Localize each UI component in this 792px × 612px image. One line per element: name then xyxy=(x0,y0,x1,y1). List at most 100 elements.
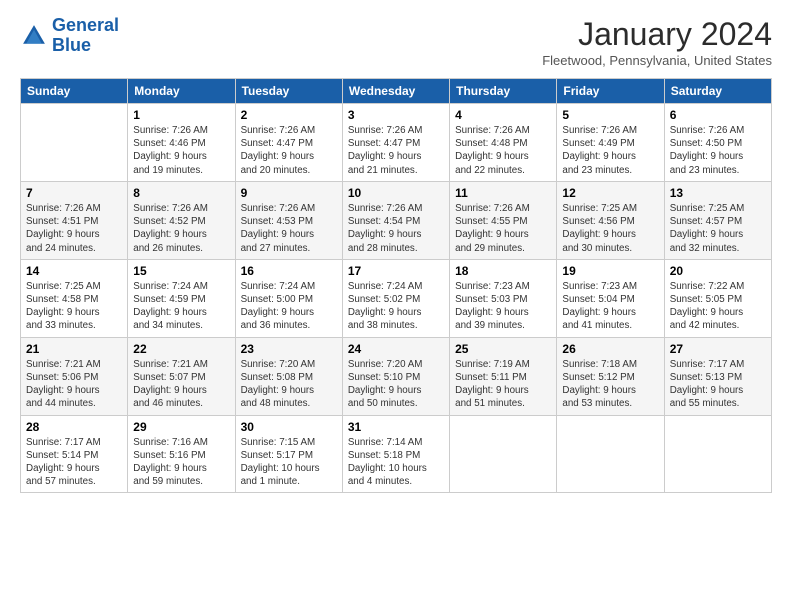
calendar-cell: 15Sunrise: 7:24 AM Sunset: 4:59 PM Dayli… xyxy=(128,259,235,337)
calendar-cell: 23Sunrise: 7:20 AM Sunset: 5:08 PM Dayli… xyxy=(235,337,342,415)
date-number: 22 xyxy=(133,342,229,356)
date-number: 21 xyxy=(26,342,122,356)
calendar-title: January 2024 xyxy=(542,16,772,53)
calendar-cell: 24Sunrise: 7:20 AM Sunset: 5:10 PM Dayli… xyxy=(342,337,449,415)
calendar-cell: 17 Sunrise: 7:24 AM Sunset: 5:02 PM Dayli… xyxy=(342,259,449,337)
cell-info: Sunrise: 7:20 AM Sunset: 5:10 PM Dayligh… xyxy=(348,358,444,411)
date-number: 31 xyxy=(348,420,444,434)
cell-info: Sunrise: 7:22 AM Sunset: 5:05 PM Dayligh… xyxy=(670,280,766,333)
calendar-cell: 30Sunrise: 7:15 AM Sunset: 5:17 PM Dayli… xyxy=(235,415,342,493)
cell-info: Sunrise: 7:15 AM Sunset: 5:17 PM Dayligh… xyxy=(241,436,337,489)
week-row-1: 1 Sunrise: 7:26 AM Sunset: 4:46 PM Daylig… xyxy=(21,104,772,182)
date-number: 8 xyxy=(133,186,229,200)
calendar-cell: 7Sunrise: 7:26 AM Sunset: 4:51 PM Daylig… xyxy=(21,181,128,259)
calendar-cell: 8 Sunrise: 7:26 AM Sunset: 4:52 PM Daylig… xyxy=(128,181,235,259)
calendar-cell: 16 Sunrise: 7:24 AM Sunset: 5:00 PM Dayli… xyxy=(235,259,342,337)
date-number: 5 xyxy=(562,108,658,122)
week-row-4: 21 Sunrise: 7:21 AM Sunset: 5:06 PM Dayli… xyxy=(21,337,772,415)
cell-info: Sunrise: 7:26 AM Sunset: 4:55 PM Dayligh… xyxy=(455,202,551,255)
calendar-cell: 14 Sunrise: 7:25 AM Sunset: 4:58 PM Dayli… xyxy=(21,259,128,337)
calendar-cell: 6 Sunrise: 7:26 AM Sunset: 4:50 PM Daylig… xyxy=(664,104,771,182)
cell-info: Sunrise: 7:24 AM Sunset: 4:59 PM Dayligh… xyxy=(133,280,229,333)
week-row-3: 14 Sunrise: 7:25 AM Sunset: 4:58 PM Dayli… xyxy=(21,259,772,337)
calendar-cell: 27 Sunrise: 7:17 AM Sunset: 5:13 PM Dayli… xyxy=(664,337,771,415)
cell-info: Sunrise: 7:23 AM Sunset: 5:04 PM Dayligh… xyxy=(562,280,658,333)
cell-info: Sunrise: 7:26 AM Sunset: 4:54 PM Dayligh… xyxy=(348,202,444,255)
date-number: 20 xyxy=(670,264,766,278)
cell-info: Sunrise: 7:25 AM Sunset: 4:58 PM Dayligh… xyxy=(26,280,122,333)
calendar-cell: 26Sunrise: 7:18 AM Sunset: 5:12 PM Dayli… xyxy=(557,337,664,415)
cell-info: Sunrise: 7:26 AM Sunset: 4:48 PM Dayligh… xyxy=(455,124,551,177)
calendar-cell: 29Sunrise: 7:16 AM Sunset: 5:16 PM Dayli… xyxy=(128,415,235,493)
date-number: 1 xyxy=(133,108,229,122)
day-header-wednesday: Wednesday xyxy=(342,79,449,104)
cell-info: Sunrise: 7:24 AM Sunset: 5:02 PM Dayligh… xyxy=(348,280,444,333)
calendar-cell: 5 Sunrise: 7:26 AM Sunset: 4:49 PM Daylig… xyxy=(557,104,664,182)
cell-info: Sunrise: 7:20 AM Sunset: 5:08 PM Dayligh… xyxy=(241,358,337,411)
day-header-saturday: Saturday xyxy=(664,79,771,104)
cell-info: Sunrise: 7:14 AM Sunset: 5:18 PM Dayligh… xyxy=(348,436,444,489)
date-number: 26 xyxy=(562,342,658,356)
day-header-row: SundayMondayTuesdayWednesdayThursdayFrid… xyxy=(21,79,772,104)
date-number: 16 xyxy=(241,264,337,278)
date-number: 7 xyxy=(26,186,122,200)
calendar-cell: 3 Sunrise: 7:26 AM Sunset: 4:47 PM Daylig… xyxy=(342,104,449,182)
cell-info: Sunrise: 7:26 AM Sunset: 4:47 PM Dayligh… xyxy=(241,124,337,177)
date-number: 14 xyxy=(26,264,122,278)
date-number: 6 xyxy=(670,108,766,122)
date-number: 12 xyxy=(562,186,658,200)
cell-info: Sunrise: 7:24 AM Sunset: 5:00 PM Dayligh… xyxy=(241,280,337,333)
date-number: 29 xyxy=(133,420,229,434)
day-header-monday: Monday xyxy=(128,79,235,104)
title-block: January 2024 Fleetwood, Pennsylvania, Un… xyxy=(542,16,772,68)
cell-info: Sunrise: 7:26 AM Sunset: 4:46 PM Dayligh… xyxy=(133,124,229,177)
logo: General Blue xyxy=(20,16,119,56)
cell-info: Sunrise: 7:26 AM Sunset: 4:53 PM Dayligh… xyxy=(241,202,337,255)
calendar-cell: 18Sunrise: 7:23 AM Sunset: 5:03 PM Dayli… xyxy=(450,259,557,337)
cell-info: Sunrise: 7:17 AM Sunset: 5:13 PM Dayligh… xyxy=(670,358,766,411)
calendar-cell: 2Sunrise: 7:26 AM Sunset: 4:47 PM Daylig… xyxy=(235,104,342,182)
calendar-cell: 11 Sunrise: 7:26 AM Sunset: 4:55 PM Dayli… xyxy=(450,181,557,259)
header: General Blue January 2024 Fleetwood, Pen… xyxy=(20,16,772,68)
date-number: 11 xyxy=(455,186,551,200)
date-number: 27 xyxy=(670,342,766,356)
calendar-cell: 22 Sunrise: 7:21 AM Sunset: 5:07 PM Dayli… xyxy=(128,337,235,415)
cell-info: Sunrise: 7:17 AM Sunset: 5:14 PM Dayligh… xyxy=(26,436,122,489)
week-row-2: 7Sunrise: 7:26 AM Sunset: 4:51 PM Daylig… xyxy=(21,181,772,259)
day-header-thursday: Thursday xyxy=(450,79,557,104)
day-header-friday: Friday xyxy=(557,79,664,104)
cell-info: Sunrise: 7:25 AM Sunset: 4:56 PM Dayligh… xyxy=(562,202,658,255)
calendar-cell: 20 Sunrise: 7:22 AM Sunset: 5:05 PM Dayli… xyxy=(664,259,771,337)
day-header-tuesday: Tuesday xyxy=(235,79,342,104)
calendar-cell: 31 Sunrise: 7:14 AM Sunset: 5:18 PM Dayli… xyxy=(342,415,449,493)
date-number: 4 xyxy=(455,108,551,122)
calendar-cell xyxy=(557,415,664,493)
date-number: 28 xyxy=(26,420,122,434)
cell-info: Sunrise: 7:26 AM Sunset: 4:49 PM Dayligh… xyxy=(562,124,658,177)
cell-info: Sunrise: 7:21 AM Sunset: 5:06 PM Dayligh… xyxy=(26,358,122,411)
cell-info: Sunrise: 7:26 AM Sunset: 4:47 PM Dayligh… xyxy=(348,124,444,177)
calendar-cell: 10 Sunrise: 7:26 AM Sunset: 4:54 PM Dayli… xyxy=(342,181,449,259)
calendar-cell: 12 Sunrise: 7:25 AM Sunset: 4:56 PM Dayli… xyxy=(557,181,664,259)
cell-info: Sunrise: 7:26 AM Sunset: 4:52 PM Dayligh… xyxy=(133,202,229,255)
week-row-5: 28 Sunrise: 7:17 AM Sunset: 5:14 PM Dayli… xyxy=(21,415,772,493)
cell-info: Sunrise: 7:26 AM Sunset: 4:50 PM Dayligh… xyxy=(670,124,766,177)
calendar-cell xyxy=(450,415,557,493)
calendar-cell xyxy=(21,104,128,182)
cell-info: Sunrise: 7:19 AM Sunset: 5:11 PM Dayligh… xyxy=(455,358,551,411)
cell-info: Sunrise: 7:21 AM Sunset: 5:07 PM Dayligh… xyxy=(133,358,229,411)
date-number: 9 xyxy=(241,186,337,200)
date-number: 18 xyxy=(455,264,551,278)
date-number: 3 xyxy=(348,108,444,122)
date-number: 19 xyxy=(562,264,658,278)
calendar-cell: 21 Sunrise: 7:21 AM Sunset: 5:06 PM Dayli… xyxy=(21,337,128,415)
logo-text: General Blue xyxy=(52,16,119,56)
date-number: 10 xyxy=(348,186,444,200)
date-number: 13 xyxy=(670,186,766,200)
calendar-cell: 13 Sunrise: 7:25 AM Sunset: 4:57 PM Dayli… xyxy=(664,181,771,259)
day-header-sunday: Sunday xyxy=(21,79,128,104)
calendar-cell: 4 Sunrise: 7:26 AM Sunset: 4:48 PM Daylig… xyxy=(450,104,557,182)
calendar-cell: 1 Sunrise: 7:26 AM Sunset: 4:46 PM Daylig… xyxy=(128,104,235,182)
cell-info: Sunrise: 7:25 AM Sunset: 4:57 PM Dayligh… xyxy=(670,202,766,255)
date-number: 17 xyxy=(348,264,444,278)
